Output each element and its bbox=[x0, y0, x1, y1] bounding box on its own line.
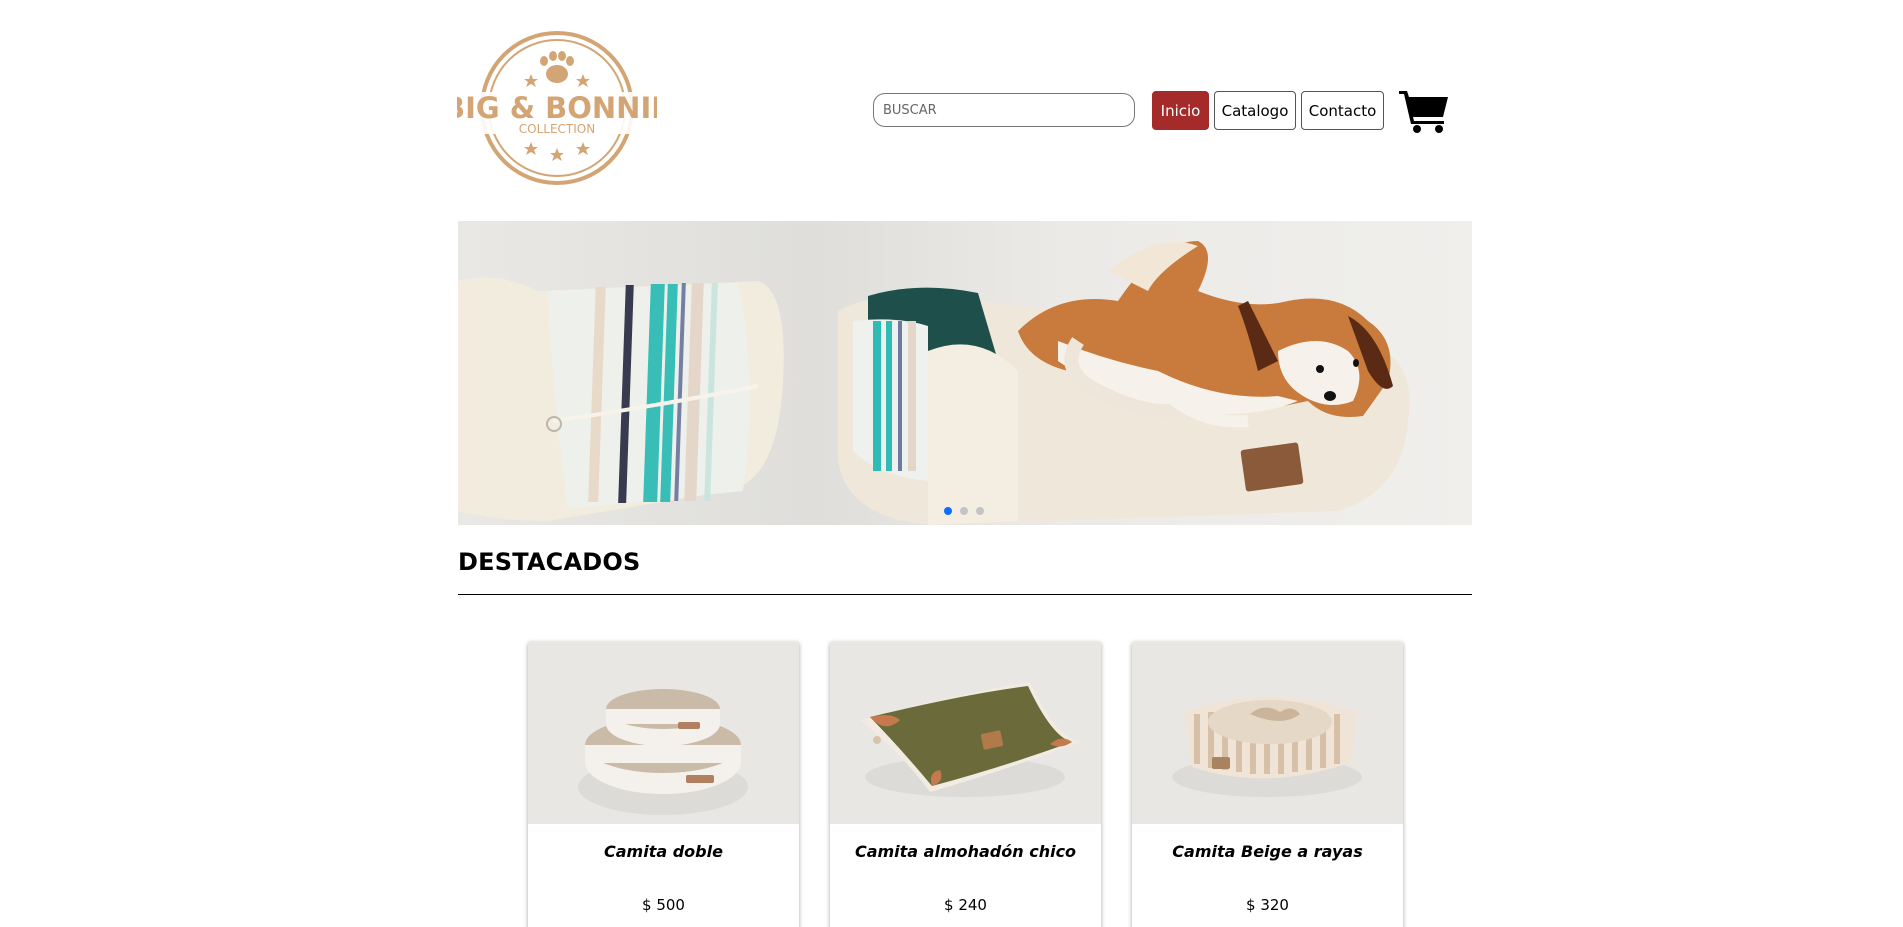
product-image bbox=[830, 642, 1101, 824]
paw-icon bbox=[540, 51, 574, 83]
nav-contacto-button[interactable]: Contacto bbox=[1301, 91, 1384, 130]
carousel-dot-3[interactable] bbox=[976, 507, 984, 515]
product-image bbox=[1132, 642, 1403, 824]
product-price: $ 320 bbox=[1246, 896, 1289, 914]
product-image bbox=[528, 642, 799, 824]
hero-carousel[interactable] bbox=[458, 221, 1472, 525]
section-title: DESTACADOS bbox=[458, 548, 641, 576]
section-divider bbox=[458, 594, 1472, 595]
carousel-dot-2[interactable] bbox=[960, 507, 968, 515]
svg-text:COLLECTION: COLLECTION bbox=[519, 122, 595, 136]
product-name[interactable]: Camita doble bbox=[528, 842, 799, 861]
nav-catalogo-button[interactable]: Catalogo bbox=[1214, 91, 1296, 130]
product-name[interactable]: Camita almohadón chico bbox=[830, 842, 1101, 861]
search-input[interactable] bbox=[873, 93, 1135, 127]
svg-text:BIG & BONNIE: BIG & BONNIE bbox=[457, 91, 657, 125]
product-card[interactable]: Camita almohadón chico $ 240 bbox=[830, 642, 1101, 927]
product-price: $ 240 bbox=[944, 896, 987, 914]
product-card[interactable]: Camita doble $ 500 bbox=[528, 642, 799, 927]
page: BIG & BONNIE COLLECTION Inicio Catalogo … bbox=[457, 0, 1472, 927]
shopping-cart-icon[interactable] bbox=[1398, 87, 1450, 133]
nav-inicio-button[interactable]: Inicio bbox=[1152, 91, 1209, 130]
product-price: $ 500 bbox=[642, 896, 685, 914]
carousel-slide-image bbox=[458, 221, 1472, 525]
brand-logo[interactable]: BIG & BONNIE COLLECTION bbox=[457, 30, 657, 186]
carousel-indicators bbox=[944, 507, 984, 515]
product-name[interactable]: Camita Beige a rayas bbox=[1132, 842, 1403, 861]
carousel-dot-1[interactable] bbox=[944, 507, 952, 515]
product-card[interactable]: Camita Beige a rayas $ 320 bbox=[1132, 642, 1403, 927]
